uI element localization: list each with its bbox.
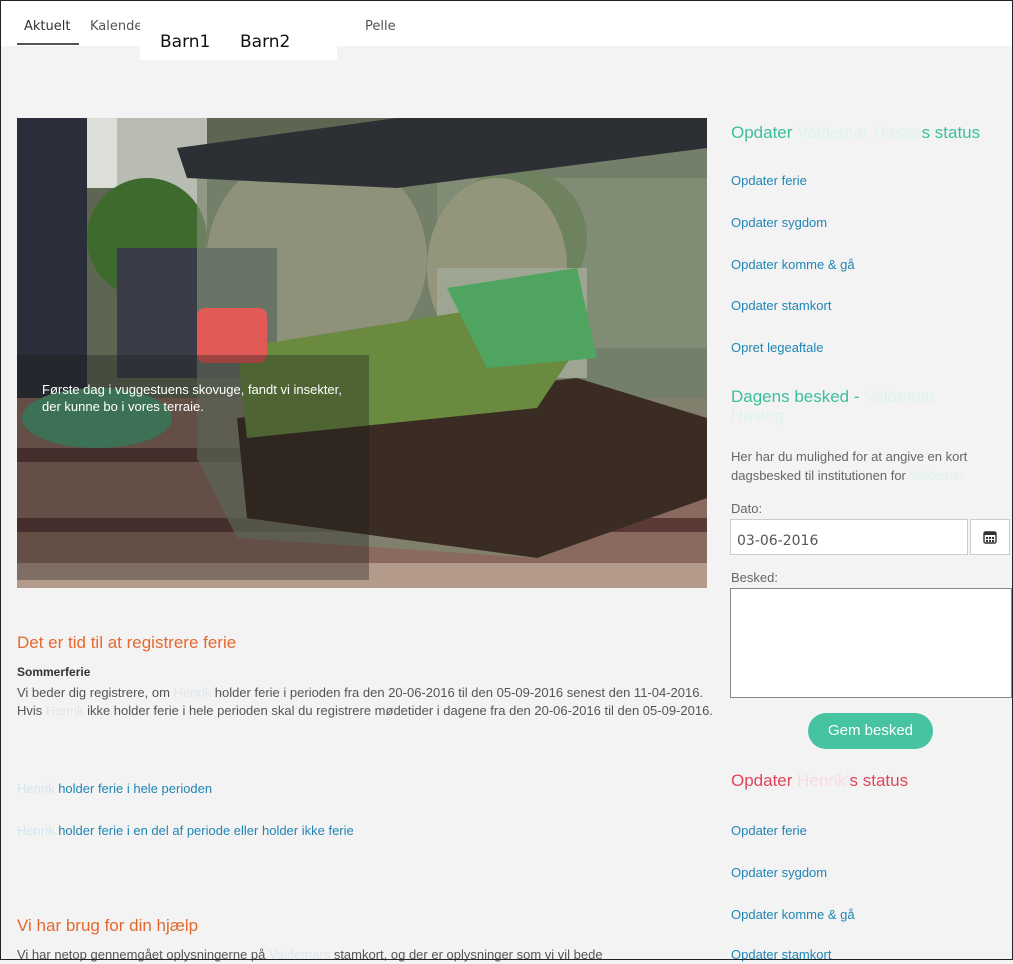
besked-label: Besked: [731,570,778,585]
link-opdater-komme-gaa-2[interactable]: Opdater komme & gå [731,907,855,922]
dagens-besked-description: Her har du mulighed for at angive en kor… [731,449,968,483]
date-field[interactable]: 03-06-2016 [730,519,968,555]
link-del-af-periode[interactable]: Henrik holder ferie i en del af periode … [17,823,354,838]
news-photo: Første dag i vuggestuens skovuge, fandt … [17,118,707,588]
status-heading-1: Opdater Valdemar Hasses status [731,123,981,142]
help-paragraph: Vi har netop gennemgået oplysningerne på… [17,947,603,962]
tab-aktuelt[interactable]: Aktuelt [24,19,70,34]
besked-textarea[interactable] [730,588,1012,698]
link-opdater-sygdom-2[interactable]: Opdater sygdom [731,865,827,880]
link-opdater-komme-gaa-1[interactable]: Opdater komme & gå [731,257,855,272]
link-opdater-sygdom-1[interactable]: Opdater sygdom [731,215,827,230]
dagens-besked-heading: Dagens besked - Valdemar [731,387,936,406]
link-hele-perioden[interactable]: Henrik holder ferie i hele perioden [17,781,212,796]
ferie-paragraph: Vi beder dig registrere, om Henrik holde… [17,685,713,718]
link-opret-legeaftale[interactable]: Opret legeaftale [731,340,824,355]
status-heading-2: Opdater Henrik's status [731,771,909,790]
child-switcher-overlay: Barn1 Barn2 [140,10,337,60]
tab-barn2[interactable]: Barn2 [240,32,290,52]
calendar-button[interactable] [970,519,1010,555]
dagens-besked-heading-line2: Hasing [731,406,784,425]
link-opdater-ferie-1[interactable]: Opdater ferie [731,173,807,188]
help-heading: Vi har brug for din hjælp [17,916,199,935]
ferie-subheading: Sommerferie [17,665,91,679]
active-tab-indicator [17,43,79,45]
gem-besked-button[interactable]: Gem besked [808,713,933,749]
calendar-icon [983,531,997,544]
tab-barn1[interactable]: Barn1 [160,32,210,52]
tab-pelle[interactable]: Pelle [365,19,396,34]
tab-kalender[interactable]: Kalende [90,19,142,34]
dato-label: Dato: [731,501,763,516]
ferie-heading: Det er tid til at registrere ferie [17,633,237,652]
link-opdater-ferie-2[interactable]: Opdater ferie [731,823,807,838]
photo-caption: Første dag i vuggestuens skovuge, fandt … [42,382,342,414]
link-opdater-stamkort-1[interactable]: Opdater stamkort [731,298,831,313]
